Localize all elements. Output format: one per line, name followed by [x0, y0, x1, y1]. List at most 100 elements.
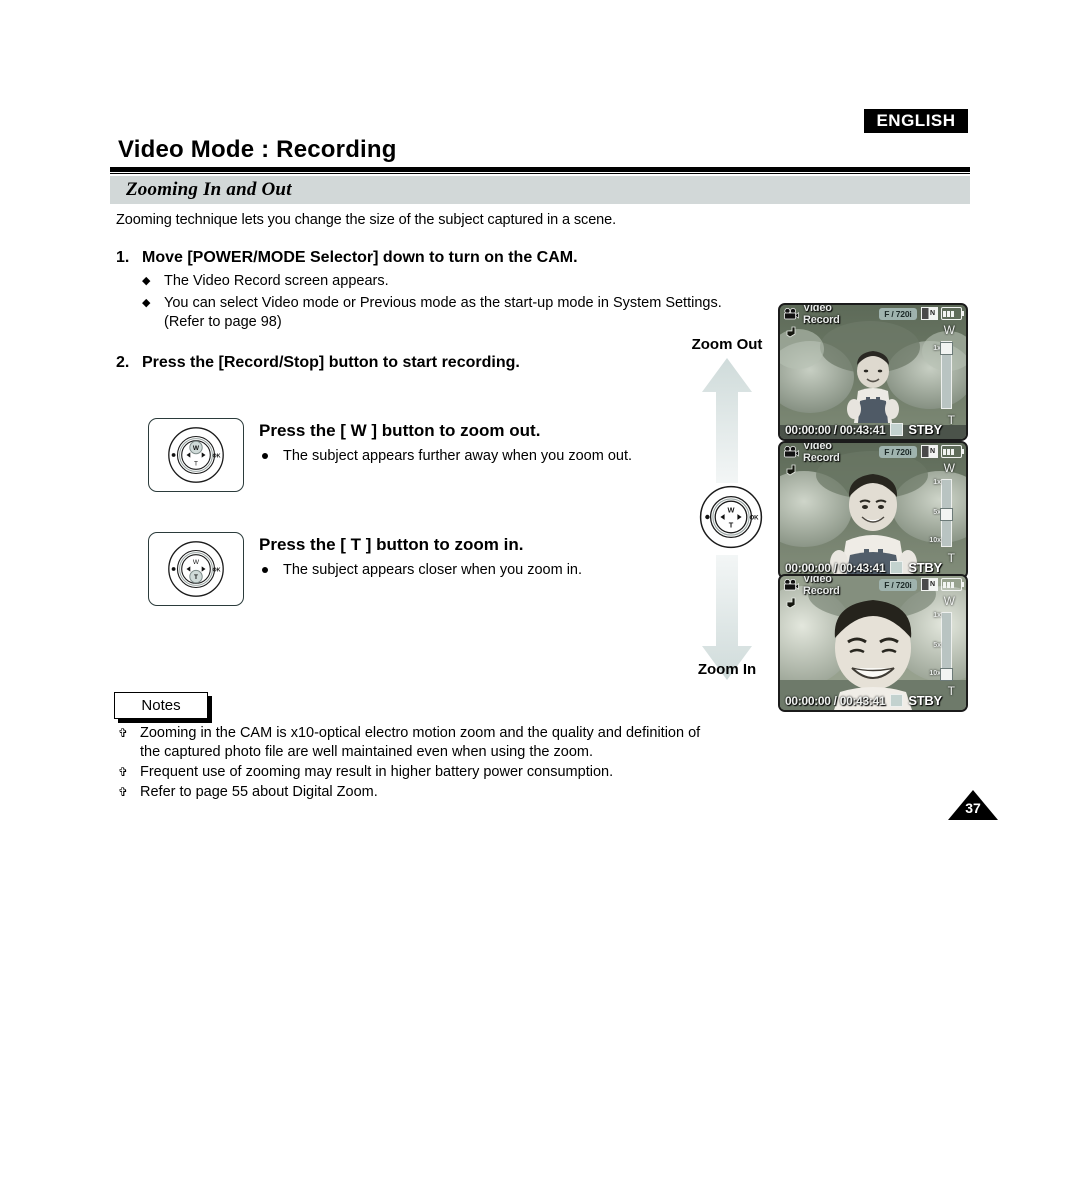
bullet-item: ◆ You can select Video mode or Previous … — [140, 294, 724, 332]
clover-bullet-icon: ✞ — [118, 726, 129, 740]
note-item: ✞ Refer to page 55 about Digital Zoom. — [116, 783, 716, 802]
note-item: ✞ Frequent use of zooming may result in … — [116, 763, 716, 782]
svg-text:W: W — [728, 506, 735, 515]
svg-text:T: T — [729, 520, 734, 529]
lcd-timecode: 00:00:00 / 00:43:41 — [785, 693, 886, 708]
zoom-in-heading: Press the [ T ] button to zoom in. — [259, 535, 524, 554]
bullet-text: The Video Record screen appears. — [164, 273, 389, 289]
joystick-diagram-w: W T OK — [148, 418, 244, 492]
lcd-bottom-status-bar: 00:00:00 / 00:43:41 STBY — [780, 420, 966, 439]
zoom-wide-label: W — [943, 594, 955, 608]
zoom-out-arrow-icon — [702, 358, 752, 483]
joystick-dial-t-icon: W T OK — [168, 541, 224, 597]
step-1-bullets: ◆ The Video Record screen appears. ◆ You… — [140, 272, 724, 335]
battery-icon — [940, 445, 964, 458]
lcd-preview-tele: Video Record F / 720i N W 1x 5x 10x T 00… — [778, 574, 968, 712]
lcd-mode-label: Video Record — [803, 574, 840, 597]
zoom-out-detail-text: The subject appears further away when yo… — [283, 448, 632, 464]
step-1-number: 1. — [116, 249, 130, 266]
joystick-dial-w-icon: W T OK — [168, 427, 224, 483]
lcd-indicator-group: N — [920, 578, 964, 591]
zoom-tick-10x: 10x — [929, 537, 941, 544]
notes-list: ✞ Zooming in the CAM is x10-optical elec… — [116, 724, 716, 803]
clover-bullet-icon: ✞ — [118, 785, 129, 799]
lcd-top-status-bar: Video Record F / 720i N — [780, 576, 966, 597]
page-number-badge: 37 — [948, 790, 998, 820]
page-number: 37 — [965, 800, 981, 816]
page-title: Video Mode : Recording — [118, 136, 397, 163]
title-divider-thin — [110, 173, 970, 174]
lcd-zoom-slider-wide: W 1x T — [926, 323, 958, 427]
step-1: 1. Move [POWER/MODE Selector] down to tu… — [116, 249, 578, 267]
zoom-in-label: Zoom In — [697, 661, 757, 678]
note-text: Frequent use of zooming may result in hi… — [140, 764, 614, 780]
svg-text:OK: OK — [212, 453, 220, 459]
svg-text:T: T — [194, 460, 198, 467]
record-stop-square-icon — [890, 561, 904, 574]
notes-label-box: Notes — [114, 692, 208, 719]
svg-text:OK: OK — [750, 515, 760, 521]
step-2-number: 2. — [116, 354, 130, 371]
camcorder-icon — [784, 307, 799, 319]
lcd-format-badge: F / 720i — [879, 445, 917, 458]
svg-text:OK: OK — [212, 567, 220, 573]
camcorder-icon — [784, 578, 799, 590]
language-badge: ENGLISH — [864, 109, 968, 133]
lcd-top-status-bar: Video Record F / 720i N — [780, 305, 966, 326]
lcd-top-status-bar: Video Record F / 720i N — [780, 443, 966, 464]
diamond-bullet-icon: ◆ — [142, 297, 151, 309]
camcorder-icon — [784, 445, 799, 457]
svg-text:W: W — [193, 559, 200, 566]
record-stop-square-icon — [890, 694, 904, 707]
step-1-text: Move [POWER/MODE Selector] down to turn … — [142, 249, 578, 266]
lcd-status: STBY — [908, 560, 942, 575]
note-item: ✞ Zooming in the CAM is x10-optical elec… — [116, 724, 716, 762]
joystick-dial-center-icon: W T OK — [699, 485, 763, 549]
intro-paragraph: Zooming technique lets you change the si… — [116, 212, 617, 228]
clover-bullet-icon: ✞ — [118, 765, 129, 779]
section-title: Zooming In and Out — [126, 179, 292, 200]
memory-card-icon: N — [920, 445, 938, 458]
lcd-zoom-slider-tele: W 1x 5x 10x T — [926, 594, 958, 698]
note-text: Refer to page 55 about Digital Zoom. — [140, 784, 378, 800]
lcd-indicator-group: N — [920, 307, 964, 320]
joystick-diagram-t: W T OK — [148, 532, 244, 606]
lcd-status: STBY — [908, 693, 942, 708]
lcd-bottom-status-bar: 00:00:00 / 00:43:41 STBY — [780, 691, 966, 710]
bullet-text: You can select Video mode or Previous mo… — [164, 295, 722, 330]
stabilizer-hand-icon — [786, 326, 796, 338]
zoom-in-detail: The subject appears closer when you zoom… — [259, 561, 582, 580]
zoom-in-detail-text: The subject appears closer when you zoom… — [283, 562, 583, 578]
step-2: 2. Press the [Record/Stop] button to sta… — [116, 354, 520, 372]
lcd-timecode: 00:00:00 / 00:43:41 — [785, 560, 886, 575]
svg-text:W: W — [193, 445, 200, 452]
memory-card-icon: N — [920, 307, 938, 320]
lcd-indicator-group: N — [920, 445, 964, 458]
zoom-knob — [940, 508, 953, 521]
lcd-mode-label: Video Record — [803, 303, 840, 326]
step-2-text: Press the [Record/Stop] button to start … — [142, 354, 520, 371]
round-bullet-icon — [262, 453, 268, 459]
zoom-tick-5x: 5x — [933, 642, 941, 649]
lcd-mode-label: Video Record — [803, 441, 840, 464]
lcd-preview-wide: Video Record F / 720i N W 1x T 00:00:00 … — [778, 303, 968, 441]
diamond-bullet-icon: ◆ — [142, 275, 151, 287]
record-stop-square-icon — [890, 423, 904, 436]
lcd-zoom-slider-middle: W 1x 5x 10x T — [926, 461, 958, 565]
lcd-status: STBY — [908, 422, 942, 437]
battery-icon — [940, 578, 964, 591]
battery-icon — [940, 307, 964, 320]
note-text: Zooming in the CAM is x10-optical electr… — [140, 725, 701, 760]
lcd-format-badge: F / 720i — [879, 307, 917, 320]
zoom-wide-label: W — [943, 461, 955, 475]
lcd-timecode: 00:00:00 / 00:43:41 — [785, 422, 886, 437]
stabilizer-hand-icon — [786, 597, 796, 609]
memory-card-icon: N — [920, 578, 938, 591]
zoom-tick-1x: 1x — [933, 479, 941, 486]
bullet-item: ◆ The Video Record screen appears. — [140, 272, 724, 291]
zoom-out-label: Zoom Out — [691, 336, 763, 353]
zoom-out-detail: The subject appears further away when yo… — [259, 447, 632, 466]
zoom-knob — [940, 668, 953, 681]
lcd-preview-middle: Video Record F / 720i N W 1x 5x 10x T 00… — [778, 441, 968, 579]
zoom-tick-1x: 1x — [933, 612, 941, 619]
